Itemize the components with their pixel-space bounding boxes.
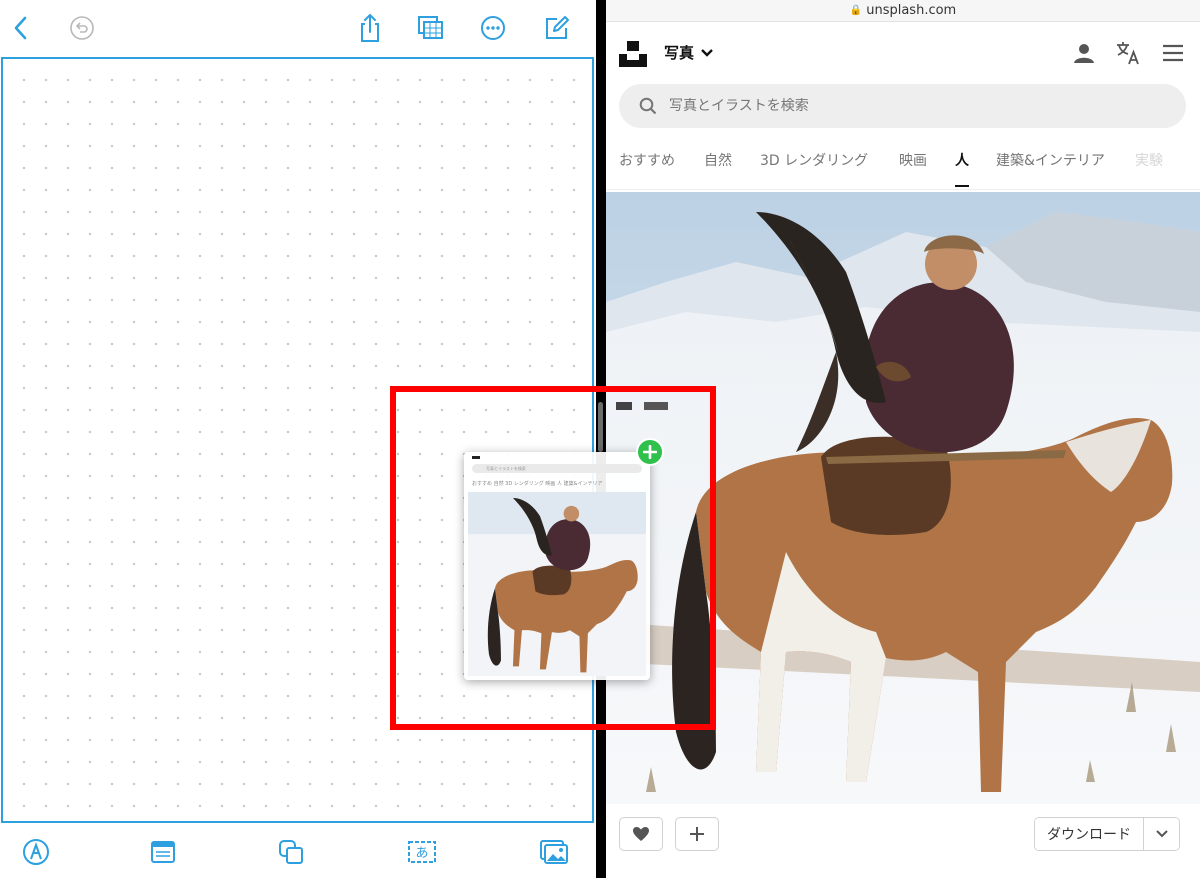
- tab-nature[interactable]: 自然: [704, 150, 732, 170]
- tab-film[interactable]: 映画: [899, 150, 927, 170]
- search-icon: [639, 97, 657, 115]
- photo-type-dropdown[interactable]: 写真: [664, 42, 714, 63]
- add-drop-badge: [636, 438, 664, 466]
- chevron-down-icon: [701, 48, 713, 57]
- undo-icon: [70, 16, 94, 40]
- text-box-icon: あ: [408, 841, 436, 863]
- unsplash-header: 写真: [606, 22, 1200, 84]
- download-button[interactable]: ダウンロード: [1035, 818, 1143, 850]
- heart-icon: [633, 827, 649, 841]
- freeform-toolbar: [0, 0, 596, 56]
- freeform-canvas[interactable]: [1, 57, 594, 823]
- browse-boards-icon: [418, 16, 443, 39]
- menu-button[interactable]: [1159, 39, 1187, 67]
- back-button[interactable]: [5, 12, 37, 44]
- safari-app: 🔒 unsplash.com 写真 おすすめ 自然: [606, 0, 1200, 878]
- tab-experimental[interactable]: 実験: [1135, 150, 1163, 170]
- lock-icon: 🔒: [849, 5, 863, 16]
- split-resize-handle[interactable]: [598, 402, 603, 452]
- more-button[interactable]: [477, 12, 509, 44]
- new-board-button[interactable]: [541, 12, 573, 44]
- sticky-note-button[interactable]: [147, 836, 179, 868]
- back-chevron-icon: [14, 16, 27, 40]
- chevron-down-icon: [1155, 830, 1168, 838]
- user-icon: [1074, 44, 1094, 63]
- pen-icon: [23, 839, 49, 865]
- browse-boards-button[interactable]: [415, 12, 447, 44]
- language-button[interactable]: [1114, 39, 1142, 67]
- media-button[interactable]: [538, 836, 570, 868]
- drag-preview-photo: [468, 492, 646, 676]
- sticky-note-icon: [151, 841, 175, 863]
- drag-preview-tabs: おすすめ 自然 3D レンダリング 映画 人 建築&インテリア: [472, 481, 603, 487]
- drag-preview-search: 写真とイラストを検索: [472, 464, 642, 473]
- tab-architecture-interiors[interactable]: 建築&インテリア: [996, 150, 1105, 170]
- share-icon: [361, 13, 379, 42]
- freeform-app: あ: [0, 0, 596, 878]
- more-icon: [481, 16, 505, 40]
- pen-tool-button[interactable]: [20, 836, 52, 868]
- featured-photo[interactable]: [606, 192, 1200, 804]
- photo-type-label: 写真: [664, 44, 695, 62]
- download-options-button[interactable]: [1143, 818, 1179, 850]
- url-text: unsplash.com: [866, 3, 957, 18]
- new-board-icon: [546, 16, 569, 39]
- plus-icon: [643, 445, 657, 459]
- split-view: あ 🔒 unsplash.com 写真 写真とイラストを検索 おすすめ 自然 3…: [0, 0, 1200, 878]
- share-button[interactable]: [354, 12, 386, 44]
- media-icon: [540, 840, 568, 864]
- undo-button[interactable]: [66, 12, 98, 44]
- user-button[interactable]: [1070, 39, 1098, 67]
- download-group: ダウンロード: [1034, 817, 1180, 851]
- like-button[interactable]: [619, 817, 663, 851]
- shapes-icon: [279, 840, 303, 864]
- translate-icon: [1117, 42, 1139, 65]
- freeform-bottom-toolbar: あ: [0, 824, 596, 878]
- drag-preview-logo: [472, 456, 480, 459]
- search-bar: [619, 84, 1186, 128]
- address-bar[interactable]: 🔒 unsplash.com: [606, 0, 1200, 22]
- add-to-collection-button[interactable]: [675, 817, 719, 851]
- drag-preview-thumbnail[interactable]: 写真とイラストを検索 おすすめ 自然 3D レンダリング 映画 人 建築&インテ…: [464, 452, 650, 680]
- unsplash-logo-icon[interactable]: [619, 41, 647, 67]
- tab-3d-renders[interactable]: 3D レンダリング: [760, 150, 868, 170]
- search-input[interactable]: [669, 98, 1149, 114]
- menu-icon: [1163, 44, 1183, 62]
- svg-text:あ: あ: [415, 846, 428, 861]
- shapes-button[interactable]: [275, 836, 307, 868]
- plus-icon: [690, 827, 704, 841]
- topic-tabs: おすすめ 自然 3D レンダリング 映画 人 建築&インテリア 実験: [606, 140, 1200, 190]
- tab-people[interactable]: 人: [955, 150, 969, 187]
- tab-featured[interactable]: おすすめ: [619, 150, 675, 170]
- photo-actions-bar: ダウンロード: [606, 804, 1200, 878]
- text-box-button[interactable]: あ: [406, 836, 438, 868]
